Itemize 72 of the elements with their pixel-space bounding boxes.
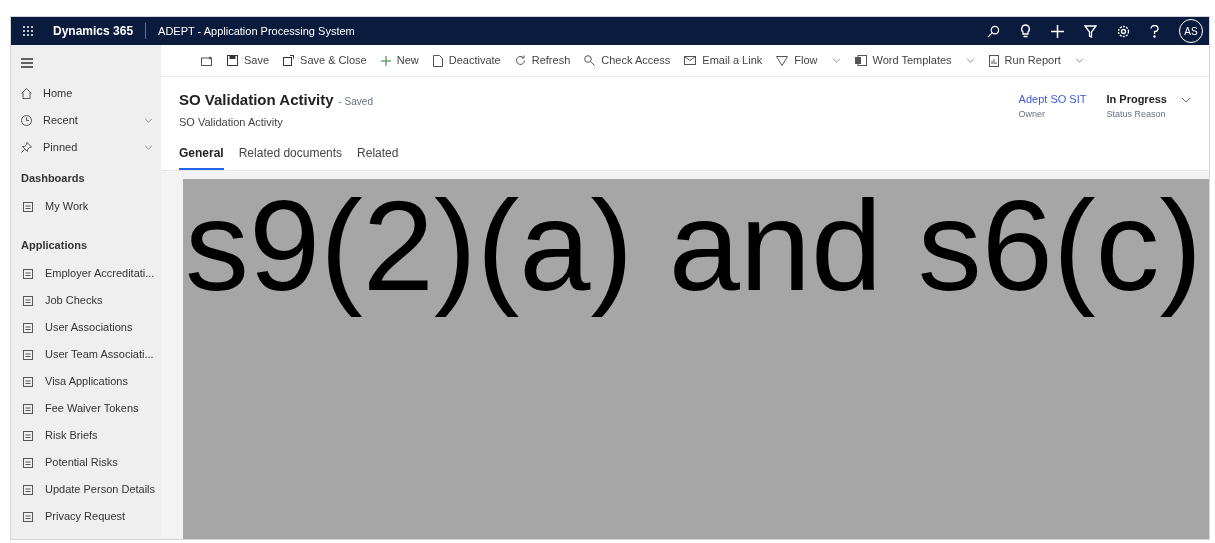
- form-icon[interactable]: [201, 55, 213, 66]
- redaction-label: s9(2)(a) and s6(c): [185, 179, 1203, 319]
- sidebar-item[interactable]: User Team Associati...: [11, 341, 161, 368]
- envelope-icon: [684, 56, 697, 65]
- save-status: - Saved: [338, 95, 373, 109]
- entity-icon: [23, 511, 33, 522]
- chevron-down-icon[interactable]: [1181, 97, 1191, 103]
- sidebar-item[interactable]: Potential Risks: [11, 449, 161, 476]
- entity-icon: [23, 349, 33, 360]
- sidebar-item[interactable]: Privacy Request: [11, 503, 161, 530]
- pin-icon: [21, 142, 32, 153]
- plus-icon: [380, 55, 391, 66]
- clock-icon: [21, 115, 32, 126]
- sidebar-item[interactable]: My Work: [11, 193, 161, 220]
- save-icon: [227, 55, 238, 66]
- help-icon[interactable]: [1150, 24, 1159, 38]
- header-field-label: Status Reason: [1106, 107, 1167, 121]
- sidebar-item[interactable]: Fee Waiver Tokens: [11, 395, 161, 422]
- report-icon: [988, 54, 999, 67]
- command-button[interactable]: Refresh: [514, 52, 571, 69]
- entity-icon: [23, 484, 33, 495]
- sidebar-item[interactable]: Recent: [11, 107, 161, 134]
- entity-icon: [23, 376, 33, 387]
- header-field-value: In Progress: [1106, 92, 1167, 107]
- document-icon: [432, 54, 443, 67]
- command-button[interactable]: Run Report: [988, 52, 1061, 69]
- app-title: ADEPT - Application Processing System: [158, 23, 355, 39]
- app-name[interactable]: Dynamics 365: [53, 22, 134, 40]
- entity-icon: [23, 322, 33, 333]
- refresh-icon: [514, 55, 526, 66]
- filter-icon[interactable]: [1084, 24, 1097, 38]
- command-button[interactable]: Email a Link: [684, 52, 763, 69]
- sidebar-item[interactable]: Risk Briefs: [11, 422, 161, 449]
- word-icon: [854, 55, 867, 66]
- tab[interactable]: Related: [357, 144, 399, 170]
- entity-icon: [23, 403, 33, 414]
- sidebar-item[interactable]: Job Checks: [11, 287, 161, 314]
- command-button[interactable]: New: [380, 52, 419, 69]
- sidebar-item[interactable]: Pinned: [11, 134, 161, 161]
- app-launcher-icon[interactable]: [23, 26, 33, 36]
- search-icon[interactable]: [987, 24, 1000, 38]
- sidebar-section-title: Applications: [20, 237, 88, 253]
- owner-link[interactable]: Adept SO SIT: [1018, 91, 1087, 108]
- plus-icon[interactable]: [1051, 24, 1064, 38]
- save-close-icon: [283, 55, 295, 66]
- sidebar-item[interactable]: Visa Applications: [11, 368, 161, 395]
- command-button[interactable]: Save: [227, 52, 270, 69]
- command-button[interactable]: Check Access: [584, 52, 671, 69]
- sidebar-item[interactable]: Home: [11, 80, 161, 107]
- menu-icon[interactable]: [21, 58, 33, 68]
- sidebar-section-title: Dashboards: [20, 170, 86, 186]
- settings-icon[interactable]: [1117, 24, 1130, 38]
- command-button[interactable]: Deactivate: [432, 52, 501, 69]
- entity-name: SO Validation Activity: [179, 114, 284, 130]
- sidebar-item[interactable]: Employer Accreditati...: [11, 260, 161, 287]
- command-button[interactable]: Word Templates: [854, 52, 952, 69]
- header-field-label: Owner: [1018, 107, 1047, 121]
- command-button[interactable]: Save & Close: [283, 52, 367, 69]
- tab[interactable]: Related documents: [238, 144, 343, 170]
- entity-icon: [23, 295, 33, 306]
- flow-icon: [776, 55, 789, 66]
- entity-icon: [23, 201, 33, 212]
- sidebar-item[interactable]: Update Person Details: [11, 476, 161, 503]
- lightbulb-icon[interactable]: [1020, 24, 1031, 38]
- home-icon: [21, 88, 32, 99]
- entity-icon: [23, 430, 33, 441]
- command-button[interactable]: Flow: [776, 52, 818, 69]
- sidebar-item[interactable]: User Associations: [11, 314, 161, 341]
- entity-icon: [23, 457, 33, 468]
- entity-icon: [23, 268, 33, 279]
- search-icon: [584, 55, 596, 66]
- record-title: SO Validation Activity: [179, 90, 334, 110]
